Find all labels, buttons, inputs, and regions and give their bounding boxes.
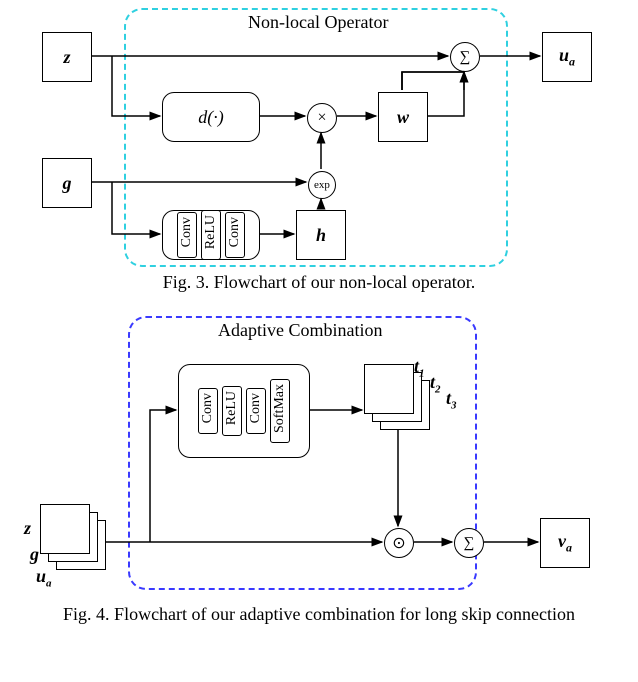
fig4-ua-sub: a: [46, 578, 52, 590]
fig4-sum-label: ∑: [464, 535, 475, 552]
fig4-ua: u: [36, 566, 46, 586]
fig4-t2s: 2: [435, 384, 441, 396]
fig4-va-box: va: [540, 518, 590, 568]
fig3-ua-sub: a: [569, 54, 575, 68]
fig4-relu: ReLU: [225, 391, 239, 425]
fig4-t3s: 3: [451, 400, 457, 412]
adaptive-title: Adaptive Combination: [218, 320, 382, 341]
fig3-exp-label: exp: [314, 179, 330, 191]
fig3-d-box: d(·): [162, 92, 260, 142]
fig3-conv1: Conv: [180, 217, 194, 247]
fig4-t1s: 1: [419, 368, 425, 380]
fig3-sum-label: ∑: [460, 49, 471, 66]
fig3-conv-block: Conv ReLU Conv: [162, 210, 260, 260]
fig3-h-label: h: [316, 225, 326, 246]
fig3-ua-box: ua: [542, 32, 592, 82]
fig3-caption: Fig. 3. Flowchart of our non-local opera…: [0, 272, 638, 293]
fig3-mult-label: ×: [317, 109, 326, 127]
fig3-g-box: g: [42, 158, 92, 208]
fig4-dot-circle: ⊙: [384, 528, 414, 558]
fig4-dot-label: ⊙: [392, 533, 405, 553]
nonlocal-title: Non-local Operator: [248, 12, 388, 33]
fig4-t3-wrap: t3: [446, 388, 457, 412]
fig4-conv1: Conv: [201, 393, 215, 423]
fig3-conv2: Conv: [228, 217, 242, 247]
fig4-conv2: Conv: [249, 393, 263, 423]
fig3-ua: u: [559, 45, 569, 65]
fig3-z-label: z: [63, 47, 70, 68]
fig4-va-sub: a: [566, 540, 572, 554]
fig4-sum-circle: ∑: [454, 528, 484, 558]
fig3-w-label: w: [397, 107, 409, 128]
fig4-in-plane1: [40, 504, 90, 554]
fig4-caption: Fig. 4. Flowchart of our adaptive combin…: [0, 604, 638, 625]
fig3-mult-circle: ×: [307, 103, 337, 133]
fig4-conv-block: Conv ReLU Conv SoftMax: [178, 364, 310, 458]
fig3-sum-circle: ∑: [450, 42, 480, 72]
fig4-t-plane1: [364, 364, 414, 414]
fig3-h-box: h: [296, 210, 346, 260]
fig4-t2-wrap: t2: [430, 372, 441, 396]
fig3-relu: ReLU: [204, 215, 218, 249]
fig3-exp-circle: exp: [308, 171, 336, 199]
fig3-w-box: w: [378, 92, 428, 142]
fig3-z-box: z: [42, 32, 92, 82]
fig4-z: z: [24, 518, 31, 539]
fig4-softmax: SoftMax: [273, 384, 287, 433]
fig4-ua-wrap: ua: [36, 566, 52, 590]
fig3-d-label: d(·): [198, 107, 224, 128]
fig4-va: v: [558, 531, 566, 551]
fig4-g: g: [30, 544, 39, 565]
fig4-t1-wrap: t1: [414, 356, 425, 380]
fig3-g-label: g: [63, 173, 72, 194]
